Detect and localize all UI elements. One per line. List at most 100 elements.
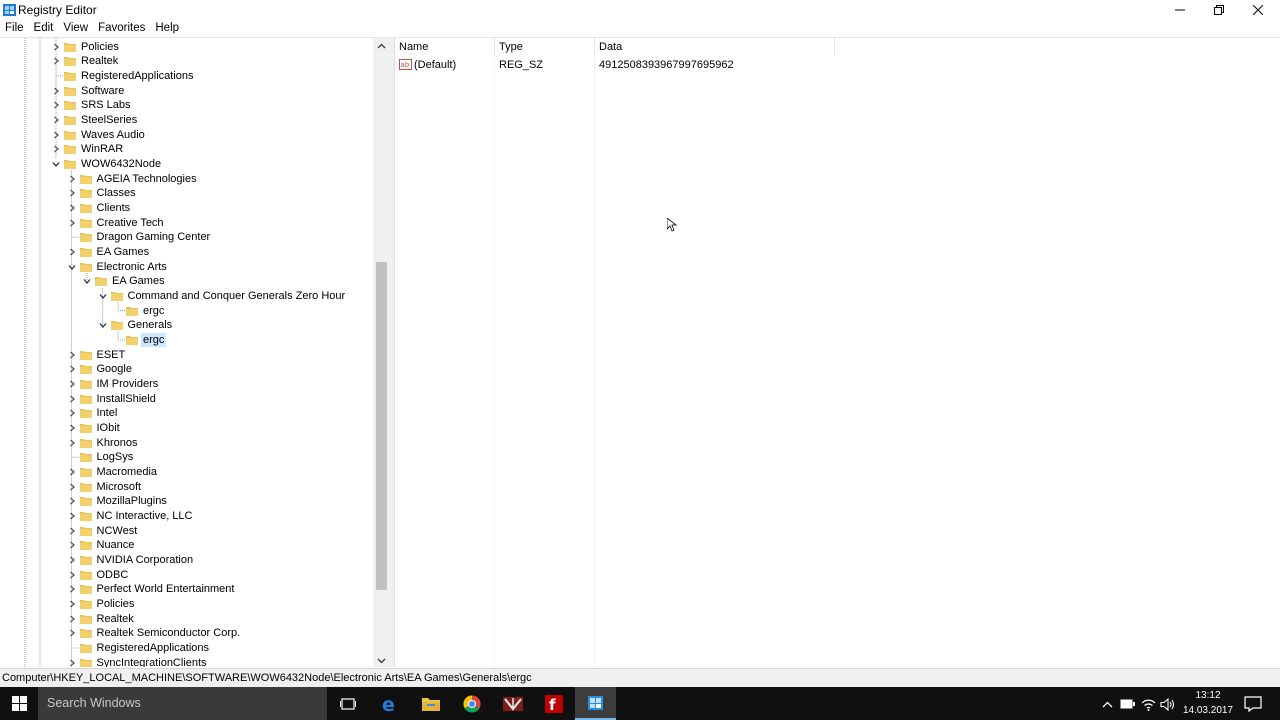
- volume-tray-button[interactable]: [1159, 696, 1175, 712]
- chevron-down-icon[interactable]: [97, 288, 109, 303]
- tree-node[interactable]: IM Providers: [66, 376, 161, 391]
- chevron-right-icon[interactable]: [66, 464, 78, 479]
- menu-favorites[interactable]: Favorites: [93, 20, 150, 36]
- tree-node[interactable]: EA Games: [66, 244, 152, 259]
- column-name-header[interactable]: Name: [395, 38, 495, 56]
- tree-node[interactable]: LogSys: [66, 450, 136, 465]
- chevron-right-icon[interactable]: [66, 435, 78, 450]
- column-type-header[interactable]: Type: [495, 38, 595, 56]
- chevron-right-icon[interactable]: [66, 479, 78, 494]
- chevron-down-icon[interactable]: [66, 259, 78, 274]
- tree-node[interactable]: ergc: [112, 332, 167, 347]
- tree-node[interactable]: Perfect World Entertainment: [66, 582, 237, 597]
- tree-node[interactable]: Realtek: [50, 54, 120, 69]
- tree-node[interactable]: Clients: [66, 200, 133, 215]
- scroll-up-button[interactable]: [373, 38, 390, 53]
- chevron-down-icon[interactable]: [97, 318, 109, 333]
- chevron-right-icon[interactable]: [66, 420, 78, 435]
- tree-node[interactable]: NCWest: [66, 523, 140, 538]
- tree-node[interactable]: Command and Conquer Generals Zero Hour: [97, 288, 348, 303]
- tree-node[interactable]: WOW6432Node: [50, 156, 163, 171]
- chevron-right-icon[interactable]: [66, 582, 78, 597]
- chevron-right-icon[interactable]: [66, 376, 78, 391]
- chevron-right-icon[interactable]: [66, 200, 78, 215]
- taskbar-search-box[interactable]: Search Windows: [38, 687, 327, 720]
- menu-edit[interactable]: Edit: [29, 20, 59, 36]
- tree-node[interactable]: Policies: [66, 596, 137, 611]
- scroll-thumb[interactable]: [376, 262, 387, 590]
- chevron-right-icon[interactable]: [66, 611, 78, 626]
- tree-node[interactable]: Microsoft: [66, 479, 144, 494]
- tree-vertical-scrollbar[interactable]: [373, 38, 390, 667]
- tree-node[interactable]: InstallShield: [66, 391, 158, 406]
- chrome-taskbar-button[interactable]: [451, 687, 492, 720]
- tree-node[interactable]: Dragon Gaming Center: [66, 230, 213, 245]
- tree-node[interactable]: Creative Tech: [66, 215, 166, 230]
- chevron-right-icon[interactable]: [66, 347, 78, 362]
- tree-node[interactable]: IObit: [66, 420, 122, 435]
- column-data-header[interactable]: Data: [595, 38, 835, 56]
- chevron-right-icon[interactable]: [66, 391, 78, 406]
- chevron-right-icon[interactable]: [66, 494, 78, 509]
- chevron-down-icon[interactable]: [81, 274, 93, 289]
- chevron-right-icon[interactable]: [50, 39, 62, 54]
- minimize-button[interactable]: [1160, 0, 1200, 20]
- menu-file[interactable]: File: [0, 20, 29, 36]
- menu-view[interactable]: View: [58, 20, 93, 36]
- tree-node[interactable]: Nuance: [66, 538, 137, 553]
- close-button[interactable]: [1238, 0, 1278, 20]
- tree-node[interactable]: ODBC: [66, 567, 131, 582]
- registry-editor-taskbar-button[interactable]: [575, 687, 616, 720]
- tree-node[interactable]: Google: [66, 362, 134, 377]
- tree-node[interactable]: SteelSeries: [50, 112, 139, 127]
- menu-help[interactable]: Help: [150, 20, 184, 36]
- chevron-right-icon[interactable]: [66, 523, 78, 538]
- tree-node[interactable]: Khronos: [66, 435, 140, 450]
- tree-node[interactable]: RegisteredApplications: [50, 68, 196, 83]
- task-view-button[interactable]: [327, 687, 368, 720]
- tree-node[interactable]: Classes: [66, 186, 138, 201]
- chevron-right-icon[interactable]: [66, 626, 78, 641]
- file-explorer-taskbar-button[interactable]: [410, 687, 451, 720]
- tree-node[interactable]: Macromedia: [66, 464, 160, 479]
- chevron-right-icon[interactable]: [66, 406, 78, 421]
- filezilla-taskbar-button[interactable]: f: [533, 687, 574, 720]
- tree-node[interactable]: MozillaPlugins: [66, 494, 169, 509]
- tree-node[interactable]: Realtek Semiconductor Corp.: [66, 626, 243, 641]
- chevron-right-icon[interactable]: [50, 127, 62, 142]
- tree-node[interactable]: Waves Audio: [50, 127, 147, 142]
- value-row[interactable]: ab (Default) REG_SZ 49125083939679976959…: [395, 56, 835, 73]
- tree-node[interactable]: RegisteredApplications: [66, 640, 212, 655]
- chevron-right-icon[interactable]: [66, 171, 78, 186]
- chevron-down-icon[interactable]: [50, 156, 62, 171]
- chevron-right-icon[interactable]: [66, 186, 78, 201]
- show-hidden-icons-button[interactable]: [1099, 696, 1115, 712]
- tree-node[interactable]: Generals: [97, 318, 175, 333]
- tree-node[interactable]: Realtek: [66, 611, 136, 626]
- chevron-right-icon[interactable]: [66, 362, 78, 377]
- tree-node[interactable]: SyncIntegrationClients: [66, 655, 209, 667]
- tree-node[interactable]: AGEIA Technologies: [66, 171, 199, 186]
- clock-date[interactable]: 14.03.2017: [1182, 705, 1234, 716]
- chevron-right-icon[interactable]: [50, 54, 62, 69]
- wifi-tray-button[interactable]: [1140, 696, 1156, 712]
- tree-node[interactable]: EA Games: [81, 274, 167, 289]
- tree-node[interactable]: ergc: [112, 303, 166, 318]
- chevron-right-icon[interactable]: [66, 244, 78, 259]
- tree-node[interactable]: Software: [50, 83, 126, 98]
- chevron-right-icon[interactable]: [66, 655, 78, 667]
- chevron-right-icon[interactable]: [66, 567, 78, 582]
- battery-tray-button[interactable]: [1119, 696, 1135, 712]
- tree-node[interactable]: ESET: [66, 347, 128, 362]
- chevron-right-icon[interactable]: [66, 508, 78, 523]
- tree-node[interactable]: NVIDIA Corporation: [66, 552, 196, 567]
- tree-node[interactable]: NC Interactive, LLC: [66, 508, 195, 523]
- tree-node[interactable]: Intel: [66, 406, 120, 421]
- game-app-taskbar-button[interactable]: [492, 687, 533, 720]
- values-list[interactable]: Name Type Data ab (Default) REG_SZ 49125…: [394, 37, 1280, 668]
- tree-node[interactable]: Policies: [50, 39, 121, 54]
- action-center-icon[interactable]: [1244, 696, 1262, 712]
- restore-button[interactable]: [1199, 0, 1239, 20]
- chevron-right-icon[interactable]: [66, 596, 78, 611]
- key-tree[interactable]: Policies Realtek RegisteredApplications Sof…: [0, 37, 390, 667]
